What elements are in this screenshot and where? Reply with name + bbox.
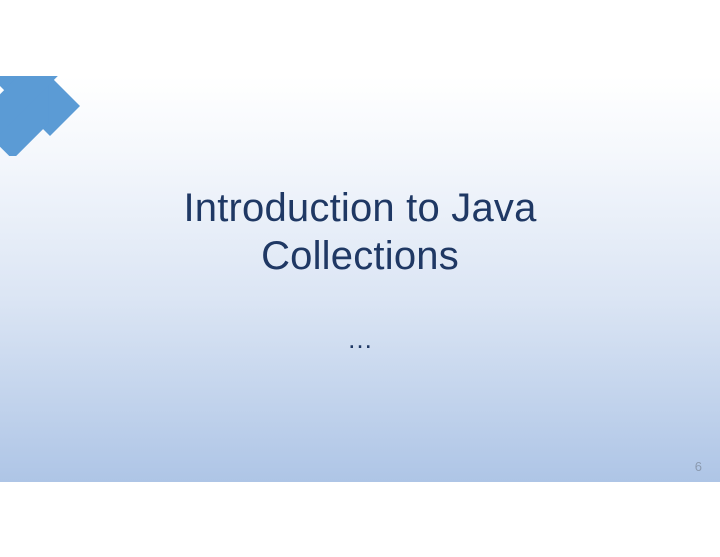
page-number: 6: [695, 459, 702, 474]
slide-content: Introduction to Java Collections …: [0, 76, 720, 482]
slide-subtitle: …: [347, 324, 373, 355]
slide-title: Introduction to Java Collections: [80, 184, 640, 280]
slide: Introduction to Java Collections … 6: [0, 76, 720, 482]
